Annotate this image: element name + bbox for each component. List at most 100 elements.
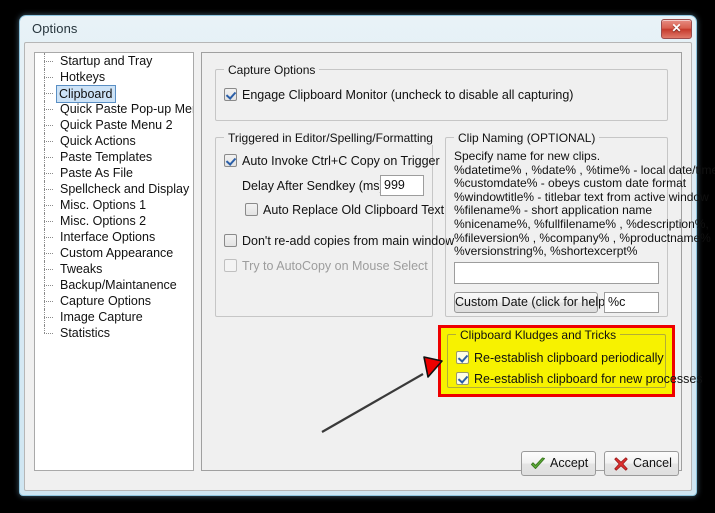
clipboard-kludges-group: Clipboard Kludges and Tricks Re-establis… — [447, 328, 703, 388]
kludges-highlight-box: Clipboard Kludges and Tricks Re-establis… — [438, 325, 703, 397]
sidebar-item-label: Paste Templates — [60, 150, 153, 164]
sidebar-item-startup-and-tray[interactable]: Startup and Tray — [35, 53, 193, 69]
sidebar-item-label: Startup and Tray — [60, 54, 153, 68]
sidebar-item-spellcheck-and-display[interactable]: Spellcheck and Display — [35, 181, 193, 197]
custom-date-input[interactable]: %c — [604, 292, 659, 313]
settings-panel: Capture Options Engage Clipboard Monitor… — [201, 52, 715, 471]
engage-clipboard-monitor-label: Engage Clipboard Monitor (uncheck to dis… — [242, 88, 574, 102]
close-button[interactable]: ✕ — [661, 19, 692, 39]
cross-icon — [614, 457, 628, 471]
sidebar-item-custom-appearance[interactable]: Custom Appearance — [35, 245, 193, 261]
autocopy-mouse-select-label: Try to AutoCopy on Mouse Select — [242, 259, 428, 273]
tree-guide-dash — [44, 253, 53, 254]
cancel-button[interactable]: Cancel — [604, 451, 679, 476]
checkbox-icon — [224, 259, 237, 272]
reestablish-periodically-checkbox[interactable]: Re-establish clipboard periodically — [456, 351, 664, 365]
sidebar-item-label: Interface Options — [60, 230, 156, 244]
checkbox-icon — [224, 88, 237, 101]
sidebar-item-tweaks[interactable]: Tweaks — [35, 261, 193, 277]
capture-options-group: Capture Options Engage Clipboard Monitor… — [215, 63, 668, 121]
sidebar-item-label: Spellcheck and Display — [60, 182, 190, 196]
sidebar-item-image-capture[interactable]: Image Capture — [35, 309, 193, 325]
window-title: Options — [32, 21, 78, 36]
sidebar-item-label: Quick Paste Pop-up Menu — [60, 102, 194, 116]
checkbox-icon — [456, 372, 469, 385]
tree-guide-dash — [44, 189, 53, 190]
tree-guide-dash — [44, 237, 53, 238]
tree-guide-dash — [44, 157, 53, 158]
sidebar-item-label: Misc. Options 1 — [60, 198, 147, 212]
sidebar-item-label: Backup/Maintanence — [60, 278, 177, 292]
capture-options-legend: Capture Options — [224, 63, 320, 77]
tree-guide-dash — [44, 317, 53, 318]
clip-naming-help-text: Specify name for new clips. %datetime% ,… — [454, 149, 715, 259]
tree-guide-dash — [44, 221, 53, 222]
tree-guide-dash — [44, 269, 53, 270]
sidebar-item-paste-as-file[interactable]: Paste As File — [35, 165, 193, 181]
sidebar-item-label: Quick Actions — [60, 134, 136, 148]
dialog-footer: Accept Cancel — [25, 440, 691, 490]
tree-guide-dash — [44, 125, 53, 126]
sidebar-item-quick-actions[interactable]: Quick Actions — [35, 133, 193, 149]
clip-naming-group: Clip Naming (OPTIONAL) Specify name for … — [445, 131, 715, 317]
auto-replace-old-text-label: Auto Replace Old Clipboard Text — [263, 203, 445, 217]
tree-guide-dash — [44, 333, 53, 334]
dont-readd-copies-checkbox[interactable]: Don't re-add copies from main window — [224, 234, 454, 248]
accept-button[interactable]: Accept — [521, 451, 596, 476]
custom-date-help-button[interactable]: Custom Date (click for help): — [454, 292, 613, 313]
sidebar-item-label: Image Capture — [60, 310, 143, 324]
sidebar-item-misc-options-2[interactable]: Misc. Options 2 — [35, 213, 193, 229]
auto-replace-old-text-checkbox[interactable]: Auto Replace Old Clipboard Text — [245, 203, 444, 217]
dont-readd-copies-label: Don't re-add copies from main window — [242, 234, 455, 248]
title-bar: Options ✕ — [20, 16, 696, 42]
tree-guide-dash — [44, 109, 53, 110]
checkbox-icon — [456, 351, 469, 364]
sidebar-item-misc-options-1[interactable]: Misc. Options 1 — [35, 197, 193, 213]
sidebar-item-statistics[interactable]: Statistics — [35, 325, 193, 341]
checkbox-icon — [245, 203, 258, 216]
reestablish-new-processes-checkbox[interactable]: Re-establish clipboard for new processes — [456, 372, 703, 386]
checkbox-icon — [224, 154, 237, 167]
sidebar-item-quick-paste-menu-2[interactable]: Quick Paste Menu 2 — [35, 117, 193, 133]
sidebar-item-label: Tweaks — [60, 262, 103, 276]
tree-guide-dash — [44, 301, 53, 302]
checkbox-icon — [224, 234, 237, 247]
cancel-button-label: Cancel — [633, 456, 672, 470]
sidebar-item-paste-templates[interactable]: Paste Templates — [35, 149, 193, 165]
accept-button-label: Accept — [550, 456, 589, 470]
settings-tree[interactable]: Startup and Tray Hotkeys Clipboard Quick Pa… — [34, 52, 194, 471]
options-window: Options ✕ Startup and Tray Hotkeys Clipboa… — [19, 15, 715, 496]
sidebar-item-label: Custom Appearance — [60, 246, 174, 260]
tree-guide-dash — [44, 173, 53, 174]
reestablish-new-processes-label: Re-establish clipboard for new processes — [474, 372, 703, 386]
engage-clipboard-monitor-checkbox[interactable]: Engage Clipboard Monitor (uncheck to dis… — [224, 88, 573, 102]
sidebar-item-quick-paste-pop-up-menu[interactable]: Quick Paste Pop-up Menu — [35, 101, 193, 117]
sidebar-item-clipboard[interactable]: Clipboard — [35, 85, 193, 103]
clipboard-kludges-legend: Clipboard Kludges and Tricks — [456, 328, 621, 342]
tree-guide-dash — [44, 285, 53, 286]
sidebar-item-label: Hotkeys — [60, 70, 106, 84]
sidebar-item-backup-maintanence[interactable]: Backup/Maintanence — [35, 277, 193, 293]
window-body: Startup and Tray Hotkeys Clipboard Quick Pa… — [24, 42, 715, 491]
checkmark-icon — [531, 457, 545, 469]
sidebar-item-label: Paste As File — [60, 166, 133, 180]
tree-guide-dash — [44, 205, 53, 206]
sidebar-item-interface-options[interactable]: Interface Options — [35, 229, 193, 245]
auto-invoke-copy-checkbox[interactable]: Auto Invoke Ctrl+C Copy on Trigger — [224, 154, 440, 168]
reestablish-periodically-label: Re-establish clipboard periodically — [474, 351, 664, 365]
sidebar-item-label: Quick Paste Menu 2 — [60, 118, 173, 132]
tree-guide-line — [44, 325, 45, 333]
clip-naming-legend: Clip Naming (OPTIONAL) — [454, 131, 600, 145]
sidebar-item-label: Capture Options — [60, 294, 152, 308]
auto-invoke-copy-label: Auto Invoke Ctrl+C Copy on Trigger — [242, 154, 440, 168]
triggered-group: Triggered in Editor/Spelling/Formatting … — [215, 131, 454, 317]
delay-after-sendkey-input[interactable]: 999 — [380, 175, 424, 196]
sidebar-item-hotkeys[interactable]: Hotkeys — [35, 69, 193, 85]
tree-guide-dash — [44, 141, 53, 142]
sidebar-item-capture-options[interactable]: Capture Options — [35, 293, 193, 309]
delay-after-sendkey-label: Delay After Sendkey (ms): — [242, 179, 388, 193]
clip-name-input[interactable] — [454, 262, 659, 284]
tree-guide-dash — [44, 77, 53, 78]
close-icon: ✕ — [671, 21, 682, 35]
sidebar-item-label: Statistics — [60, 326, 111, 340]
